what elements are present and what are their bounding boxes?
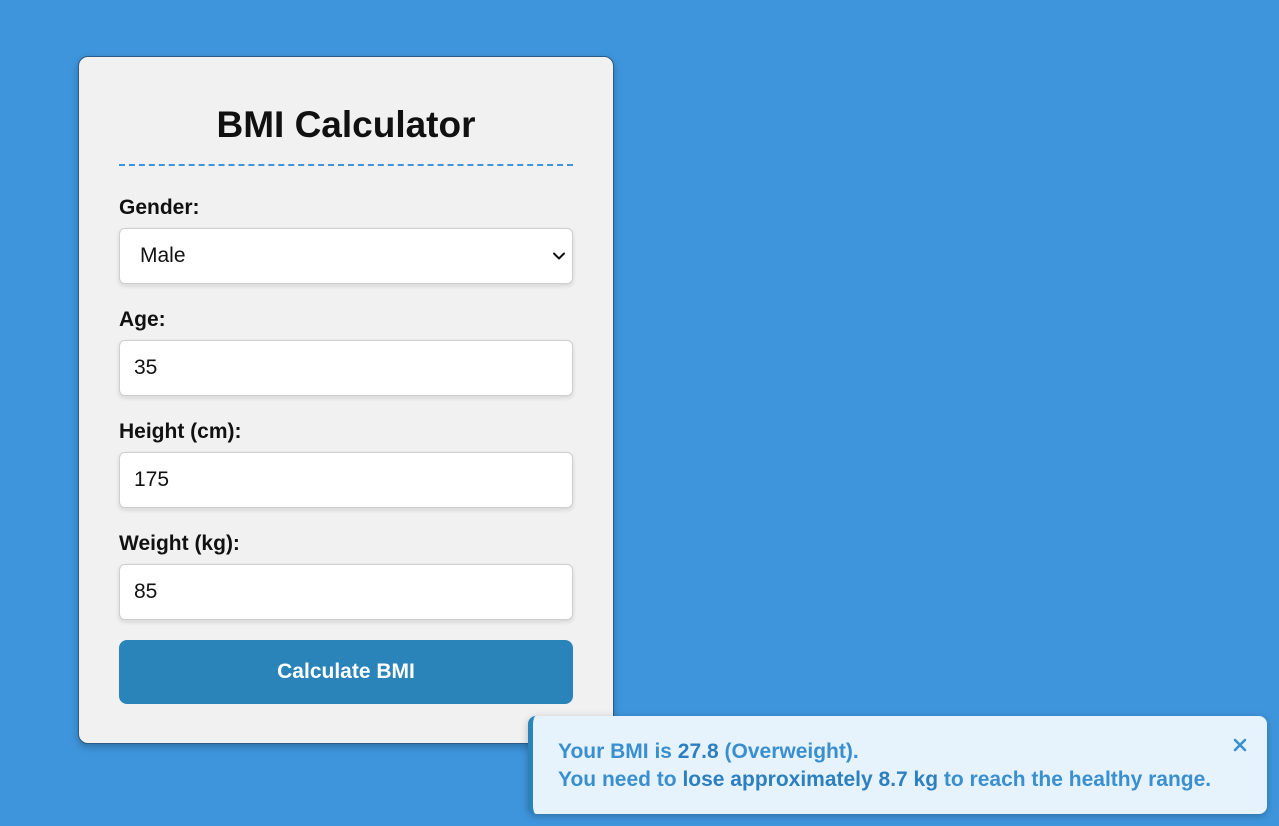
age-field: Age: 35 xyxy=(119,308,573,396)
title-divider xyxy=(119,164,573,166)
height-field: Height (cm): 175 xyxy=(119,420,573,508)
result-advice-suffix: to reach the healthy range. xyxy=(938,768,1212,791)
bmi-calculator-card: BMI Calculator Gender: Male Age: 35 Heig… xyxy=(78,56,614,744)
gender-select[interactable]: Male xyxy=(119,228,573,284)
gender-selected-value: Male xyxy=(140,244,186,267)
result-bmi-category: (Overweight). xyxy=(718,740,859,763)
calculate-bmi-button[interactable]: Calculate BMI xyxy=(119,640,573,704)
age-input[interactable]: 35 xyxy=(119,340,573,396)
height-label: Height (cm): xyxy=(119,420,242,443)
weight-field: Weight (kg): 85 xyxy=(119,532,573,620)
result-advice-action: lose approximately 8.7 kg xyxy=(682,768,939,791)
result-line-2: You need to lose approximately 8.7 kg to… xyxy=(558,766,1267,794)
result-advice-prefix: You need to xyxy=(558,768,683,791)
weight-input[interactable]: 85 xyxy=(119,564,573,620)
age-label: Age: xyxy=(119,308,166,331)
weight-label: Weight (kg): xyxy=(119,532,240,555)
gender-field: Gender: Male xyxy=(119,196,573,284)
close-icon[interactable] xyxy=(1231,736,1249,754)
chevron-down-icon xyxy=(552,229,566,283)
result-line-1: Your BMI is 27.8 (Overweight). xyxy=(558,738,1267,766)
gender-label: Gender: xyxy=(119,196,200,219)
height-input[interactable]: 175 xyxy=(119,452,573,508)
result-bmi-value: 27.8 xyxy=(677,740,719,763)
bmi-result-toast: Your BMI is 27.8 (Overweight). You need … xyxy=(528,716,1267,814)
result-bmi-prefix: Your BMI is xyxy=(558,740,678,763)
page-title: BMI Calculator xyxy=(216,104,476,145)
